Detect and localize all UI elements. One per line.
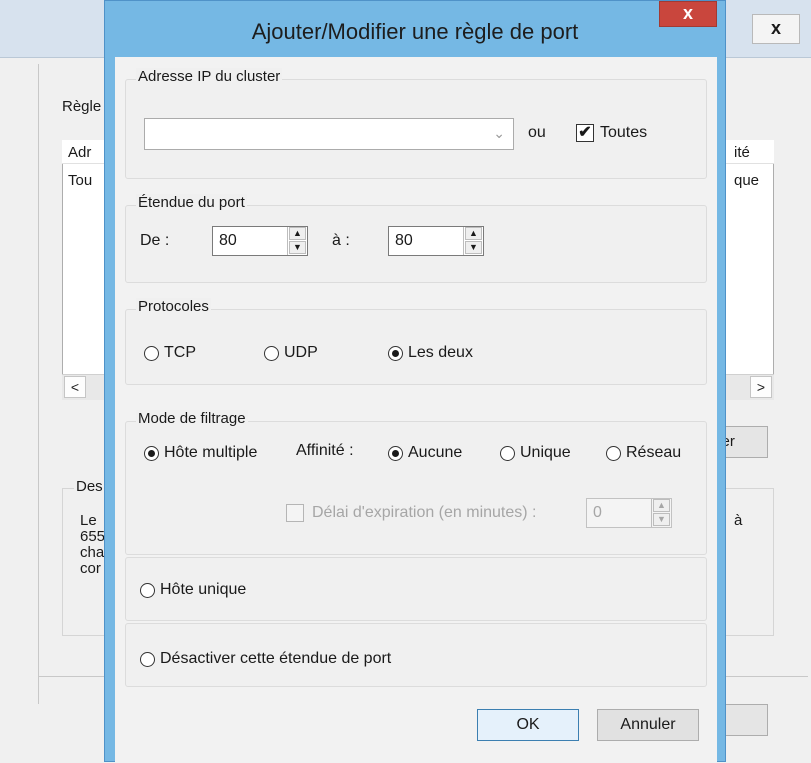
parent-list-header-right: ité xyxy=(734,144,750,161)
chevron-up-icon[interactable]: ▲ xyxy=(465,227,482,240)
parent-description-right: à xyxy=(734,512,743,529)
affinity-network-label[interactable]: Réseau xyxy=(626,444,681,462)
parent-rules-label: Règle xyxy=(62,98,102,115)
scroll-left-button[interactable]: < xyxy=(64,376,86,398)
parent-description-label: Des xyxy=(74,478,105,495)
chevron-down-icon[interactable]: ▼ xyxy=(653,513,670,526)
all-ips-label[interactable]: Toutes xyxy=(600,124,647,142)
from-port-spin-buttons: ▲ ▼ xyxy=(287,227,307,255)
from-label: De : xyxy=(140,232,170,249)
parent-list-row-right[interactable]: que xyxy=(734,172,759,189)
timeout-label: Délai d'expiration (en minutes) : xyxy=(312,504,537,521)
cluster-ip-group: Adresse IP du cluster ⌄ ou ✔ Toutes xyxy=(125,68,707,179)
filtering-mode-legend: Mode de filtrage xyxy=(136,410,248,427)
to-port-value[interactable]: 80 xyxy=(395,232,413,250)
affinity-none-radio[interactable] xyxy=(388,446,403,461)
timeout-spin-buttons: ▲ ▼ xyxy=(651,499,671,527)
port-rule-dialog: Ajouter/Modifier une règle de port x Adr… xyxy=(104,0,726,763)
disable-range-label[interactable]: Désactiver cette étendue de port xyxy=(160,650,391,668)
disable-range-radio[interactable] xyxy=(140,652,155,667)
ok-button[interactable]: OK xyxy=(477,709,579,741)
port-range-legend: Étendue du port xyxy=(136,194,247,211)
affinity-label: Affinité : xyxy=(296,442,354,459)
dialog-client-area: Adresse IP du cluster ⌄ ou ✔ Toutes Éten… xyxy=(115,57,717,763)
affinity-network-radio[interactable] xyxy=(606,446,621,461)
protocol-tcp-label[interactable]: TCP xyxy=(164,344,196,362)
affinity-none-label[interactable]: Aucune xyxy=(408,444,462,462)
timeout-value[interactable]: 0 xyxy=(593,504,602,522)
to-label: à : xyxy=(332,232,350,249)
disable-range-group: Désactiver cette étendue de port xyxy=(125,623,707,687)
cancel-button[interactable]: Annuler xyxy=(597,709,699,741)
single-host-label[interactable]: Hôte unique xyxy=(160,581,246,599)
parent-close-button[interactable]: x xyxy=(752,14,800,44)
from-port-value[interactable]: 80 xyxy=(219,232,237,250)
protocols-group: Protocoles TCP UDP Les deux xyxy=(125,298,707,385)
dialog-close-button[interactable]: x xyxy=(659,1,717,27)
or-label: ou xyxy=(528,124,546,141)
chevron-down-icon[interactable]: ▼ xyxy=(289,241,306,254)
from-port-spinner[interactable]: 80 ▲ ▼ xyxy=(212,226,308,256)
close-icon: x xyxy=(682,3,693,23)
dialog-title: Ajouter/Modifier une règle de port xyxy=(251,19,579,44)
single-host-group: Hôte unique xyxy=(125,557,707,621)
parent-description-line-1: Le xyxy=(80,512,97,529)
parent-description-line-2: 655 xyxy=(80,528,106,545)
chevron-down-icon[interactable]: ▼ xyxy=(465,241,482,254)
timeout-spinner[interactable]: 0 ▲ ▼ xyxy=(586,498,672,528)
to-port-spin-buttons: ▲ ▼ xyxy=(463,227,483,255)
parent-description-line-4: cor xyxy=(80,560,101,577)
single-host-radio[interactable] xyxy=(140,583,155,598)
protocol-tcp-radio[interactable] xyxy=(144,346,159,361)
parent-description-line-3: cha xyxy=(80,544,105,561)
port-range-group: Étendue du port De : 80 ▲ ▼ à : 80 ▲ ▼ xyxy=(125,194,707,283)
to-port-spinner[interactable]: 80 ▲ ▼ xyxy=(388,226,484,256)
chevron-up-icon[interactable]: ▲ xyxy=(289,227,306,240)
cluster-ip-combobox[interactable]: ⌄ xyxy=(144,118,514,150)
multiple-host-radio[interactable] xyxy=(144,446,159,461)
check-icon: ✔ xyxy=(578,124,592,141)
affinity-single-radio[interactable] xyxy=(500,446,515,461)
protocol-udp-label[interactable]: UDP xyxy=(284,344,318,362)
protocols-legend: Protocoles xyxy=(136,298,211,315)
affinity-single-label[interactable]: Unique xyxy=(520,444,571,462)
multiple-host-label[interactable]: Hôte multiple xyxy=(164,444,257,462)
chevron-down-icon[interactable]: ⌄ xyxy=(493,125,505,142)
filtering-mode-group: Mode de filtrage Hôte multiple Affinité … xyxy=(125,410,707,555)
protocol-udp-radio[interactable] xyxy=(264,346,279,361)
timeout-checkbox[interactable] xyxy=(286,504,304,522)
all-ips-checkbox[interactable]: ✔ xyxy=(576,124,594,142)
protocol-both-label[interactable]: Les deux xyxy=(408,344,473,362)
protocol-both-radio[interactable] xyxy=(388,346,403,361)
chevron-up-icon[interactable]: ▲ xyxy=(653,499,670,512)
cluster-ip-legend: Adresse IP du cluster xyxy=(136,68,283,85)
scroll-right-button[interactable]: > xyxy=(750,376,772,398)
parent-list-row-left[interactable]: Tou xyxy=(68,172,92,189)
parent-list-header-left: Adr xyxy=(68,144,92,161)
